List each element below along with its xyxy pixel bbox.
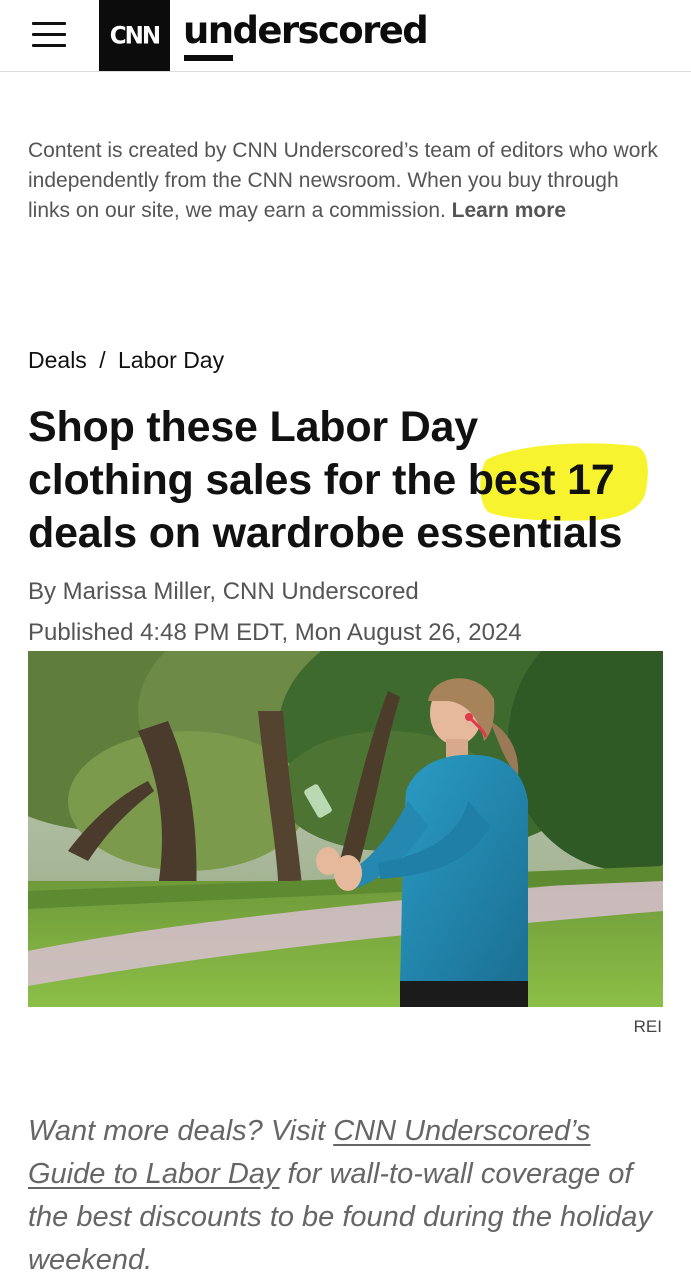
headline-line-2: clothing sales for the best 17 xyxy=(28,456,615,504)
image-credit: REI xyxy=(633,1017,662,1036)
byline: By Marissa Miller, CNN Underscored xyxy=(28,578,419,605)
blurb-prefix: Want more deals? Visit xyxy=(28,1115,334,1147)
brand-underline xyxy=(184,55,233,61)
breadcrumb-deals[interactable]: Deals xyxy=(28,347,87,373)
breadcrumb: Deals / Labor Day xyxy=(28,344,224,376)
hero-illustration xyxy=(28,651,663,1007)
menu-icon[interactable] xyxy=(32,20,66,50)
affiliate-disclaimer: Content is created by CNN Underscored’s … xyxy=(28,136,658,226)
headline-line-1: Shop these Labor Day xyxy=(28,403,478,451)
site-header: CNN underscored xyxy=(0,0,691,72)
cnn-logo[interactable]: CNN xyxy=(99,0,170,71)
deals-blurb: Want more deals? Visit CNN Underscored’s… xyxy=(28,1110,668,1280)
hero-image[interactable] xyxy=(28,651,663,1007)
cnn-logo-text: CNN xyxy=(109,21,161,50)
breadcrumb-separator: / xyxy=(99,347,106,373)
headline-line-3: deals on wardrobe essentials xyxy=(28,509,623,557)
published-date: Published 4:48 PM EDT, Mon August 26, 20… xyxy=(28,619,522,646)
underscored-brand[interactable]: underscored xyxy=(183,8,429,60)
article-headline: Shop these Labor Day clothing sales for … xyxy=(28,401,668,560)
breadcrumb-labor-day[interactable]: Labor Day xyxy=(118,347,224,373)
learn-more-link[interactable]: Learn more xyxy=(452,199,566,222)
